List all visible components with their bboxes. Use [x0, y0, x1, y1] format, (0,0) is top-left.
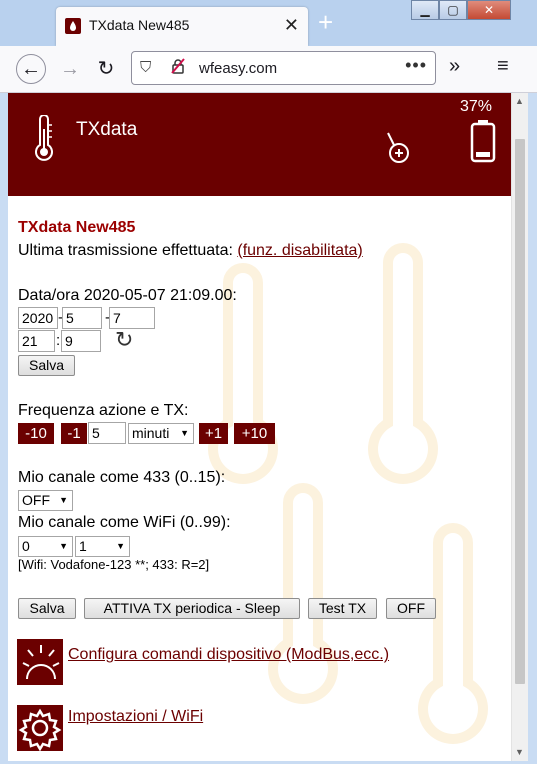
plus-1-button[interactable]: +1: [199, 423, 228, 444]
scrollbar-thumb[interactable]: [515, 139, 525, 684]
last-transmission-link[interactable]: (funz. disabilitata): [237, 242, 362, 259]
chevron-down-icon: ▼: [59, 495, 68, 505]
wifi-channel-tens-select[interactable]: 0 ▼: [18, 536, 73, 557]
month-input[interactable]: [62, 307, 102, 329]
off-button[interactable]: OFF: [386, 598, 436, 619]
shield-icon[interactable]: ⛉: [140, 59, 151, 76]
channel-433-select[interactable]: OFF ▼: [18, 490, 73, 511]
hour-input[interactable]: [18, 330, 55, 352]
channel-wifi-label: Mio canale come WiFi (0..99):: [18, 514, 231, 531]
refresh-icon[interactable]: ↻: [115, 329, 133, 351]
channel-info-text: [Wifi: Vodafone-123 **; 433: R=2]: [18, 557, 210, 572]
test-tx-button[interactable]: Test TX: [308, 598, 377, 619]
close-window-button[interactable]: ✕: [467, 0, 511, 20]
minute-input[interactable]: [61, 330, 101, 352]
activate-periodic-tx-button[interactable]: ATTIVA TX periodica - Sleep: [84, 598, 300, 619]
gear-icon: [17, 705, 63, 752]
save-datetime-button[interactable]: Salva: [18, 355, 75, 376]
url-text: wfeasy.com: [199, 60, 278, 77]
vertical-scrollbar[interactable]: ▲ ▼: [511, 93, 528, 761]
device-name: TXdata New485: [18, 219, 136, 236]
frequency-value-input[interactable]: [88, 422, 126, 444]
url-bar[interactable]: ⛉ wfeasy.com •••: [131, 51, 436, 85]
forward-button[interactable]: →: [55, 54, 85, 84]
minimize-button[interactable]: ▁: [411, 0, 439, 20]
browser-tab[interactable]: TXdata New485 ✕: [56, 7, 308, 46]
hamburger-menu-icon[interactable]: ≡: [497, 55, 509, 78]
plus-10-button[interactable]: +10: [234, 423, 275, 444]
reload-button[interactable]: ↻: [91, 54, 121, 84]
maximize-button[interactable]: ▢: [439, 0, 467, 20]
page-viewport: TXdata 37% TXdata New485 Ultima trasmiss…: [8, 93, 511, 761]
scroll-up-icon[interactable]: ▲: [515, 96, 524, 106]
new-tab-button[interactable]: +: [318, 9, 333, 35]
sunrise-icon: [17, 639, 63, 685]
time-separator: :: [56, 332, 61, 349]
day-input[interactable]: [109, 307, 155, 329]
minus-10-button[interactable]: -10: [18, 423, 54, 444]
year-input[interactable]: [18, 307, 58, 329]
app-header: TXdata 37%: [8, 93, 511, 196]
window-titlebar: TXdata New485 ✕ + ▁ ▢ ✕: [0, 0, 537, 46]
datetime-label: Data/ora 2020-05-07 21:09.00:: [18, 287, 237, 304]
tab-title: TXdata New485: [89, 17, 190, 33]
favicon-icon: [65, 18, 81, 34]
last-transmission-row: Ultima trasmissione effettuata: (funz. d…: [18, 242, 363, 260]
channel-433-value: OFF: [22, 492, 50, 508]
last-transmission-label: Ultima trasmissione effettuata:: [18, 242, 238, 259]
minus-1-button[interactable]: -1: [61, 423, 87, 444]
chevron-down-icon: ▼: [116, 541, 125, 551]
thermometer-icon: [32, 114, 56, 168]
page-actions-icon[interactable]: •••: [405, 55, 427, 76]
save-button[interactable]: Salva: [18, 598, 76, 619]
settings-link[interactable]: Impostazioni / WiFi: [68, 708, 203, 726]
wifi-channel-tens-value: 0: [22, 538, 30, 554]
window-controls: ▁ ▢ ✕: [411, 0, 511, 20]
navigation-toolbar: ← → ↻ ⛉ wfeasy.com ••• » ≡: [0, 46, 537, 93]
back-button[interactable]: ←: [16, 54, 46, 84]
overflow-chevron-icon[interactable]: »: [449, 55, 460, 78]
tab-close-icon[interactable]: ✕: [284, 15, 299, 35]
wifi-channel-units-select[interactable]: 1 ▼: [75, 536, 130, 557]
battery-percentage: 37%: [460, 98, 493, 115]
app-title: TXdata: [76, 119, 138, 140]
chevron-down-icon: ▼: [180, 428, 189, 438]
frequency-unit-select[interactable]: minuti ▼: [128, 423, 194, 444]
frequency-label: Frequenza azione e TX:: [18, 402, 189, 419]
commands-link[interactable]: Configura comandi dispositivo (ModBus,ec…: [68, 646, 389, 664]
scroll-down-icon[interactable]: ▼: [515, 747, 524, 757]
location-add-icon[interactable]: [385, 131, 413, 170]
frequency-unit-value: minuti: [132, 425, 170, 441]
battery-icon: [470, 119, 496, 168]
wifi-channel-units-value: 1: [79, 538, 87, 554]
insecure-lock-icon[interactable]: [170, 58, 186, 78]
channel-433-label: Mio canale come 433 (0..15):: [18, 469, 226, 486]
chevron-down-icon: ▼: [59, 541, 68, 551]
